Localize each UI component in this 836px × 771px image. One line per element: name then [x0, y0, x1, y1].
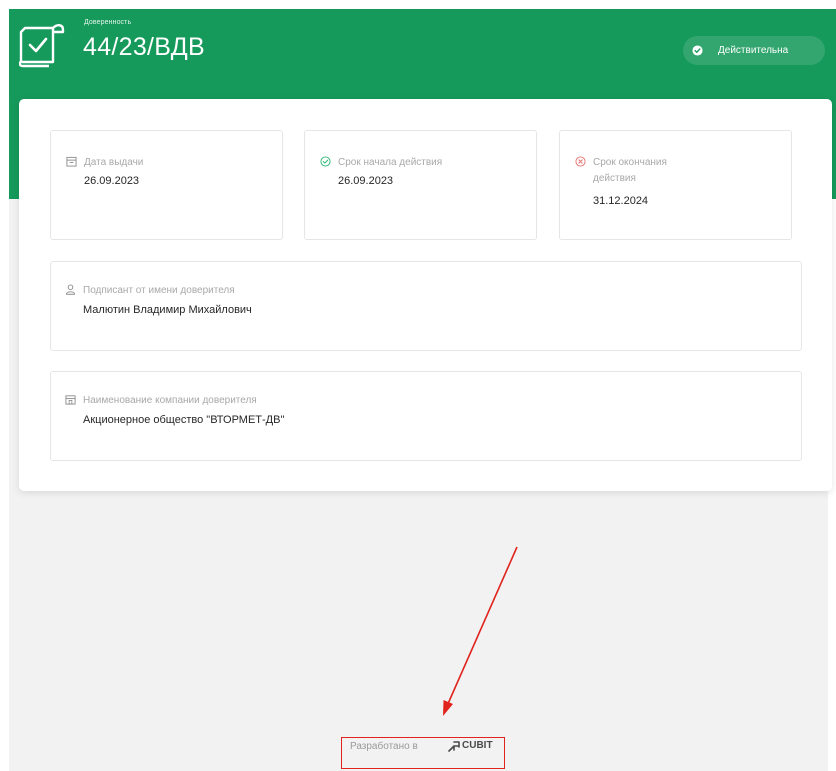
issue-date-label: Дата выдачи [84, 157, 144, 168]
company-value: Акционерное общество "ВТОРМЕТ-ДВ" [83, 414, 285, 426]
page: Доверенность 44/23/ВДВ Действительна Дат… [0, 0, 836, 771]
document-number-title: 44/23/ВДВ [83, 33, 205, 61]
details-card: Дата выдачи 26.09.2023 Срок начала дейст… [19, 99, 832, 491]
document-type-caption: Доверенность [84, 19, 132, 26]
check-circle-icon [320, 156, 331, 167]
status-badge-label: Действительна [718, 45, 789, 56]
issue-date-value: 26.09.2023 [84, 175, 140, 187]
status-badge: Действительна [683, 36, 825, 65]
signer-value: Малютин Владимир Михайлович [83, 304, 252, 316]
start-date-value: 26.09.2023 [338, 175, 394, 187]
end-date-label: Срок окончания действия [593, 155, 667, 187]
issue-date-field: Дата выдачи 26.09.2023 [50, 130, 283, 240]
footer-developed-by-text: Разработано в [350, 741, 418, 752]
building-icon [65, 395, 76, 405]
document-check-icon [19, 24, 65, 68]
start-date-label: Срок начала действия [338, 157, 443, 168]
end-date-value: 31.12.2024 [593, 195, 649, 207]
end-date-label-line1: Срок окончания [593, 157, 667, 168]
company-field: Наименование компании доверителя Акционе… [50, 371, 802, 461]
start-date-field: Срок начала действия 26.09.2023 [304, 130, 537, 240]
check-circle-icon [692, 45, 703, 56]
company-label: Наименование компании доверителя [83, 395, 257, 406]
x-circle-icon [575, 156, 586, 167]
calendar-icon [66, 156, 77, 167]
user-icon [65, 284, 76, 295]
end-date-field: Срок окончания действия 31.12.2024 [559, 130, 792, 240]
cubit-logo-icon [448, 741, 460, 752]
footer-brand-link[interactable]: CUBIT [462, 740, 493, 751]
signer-field: Подписант от имени доверителя Малютин Вл… [50, 261, 802, 351]
end-date-label-line2: действия [593, 173, 636, 184]
signer-label: Подписант от имени доверителя [83, 285, 235, 296]
